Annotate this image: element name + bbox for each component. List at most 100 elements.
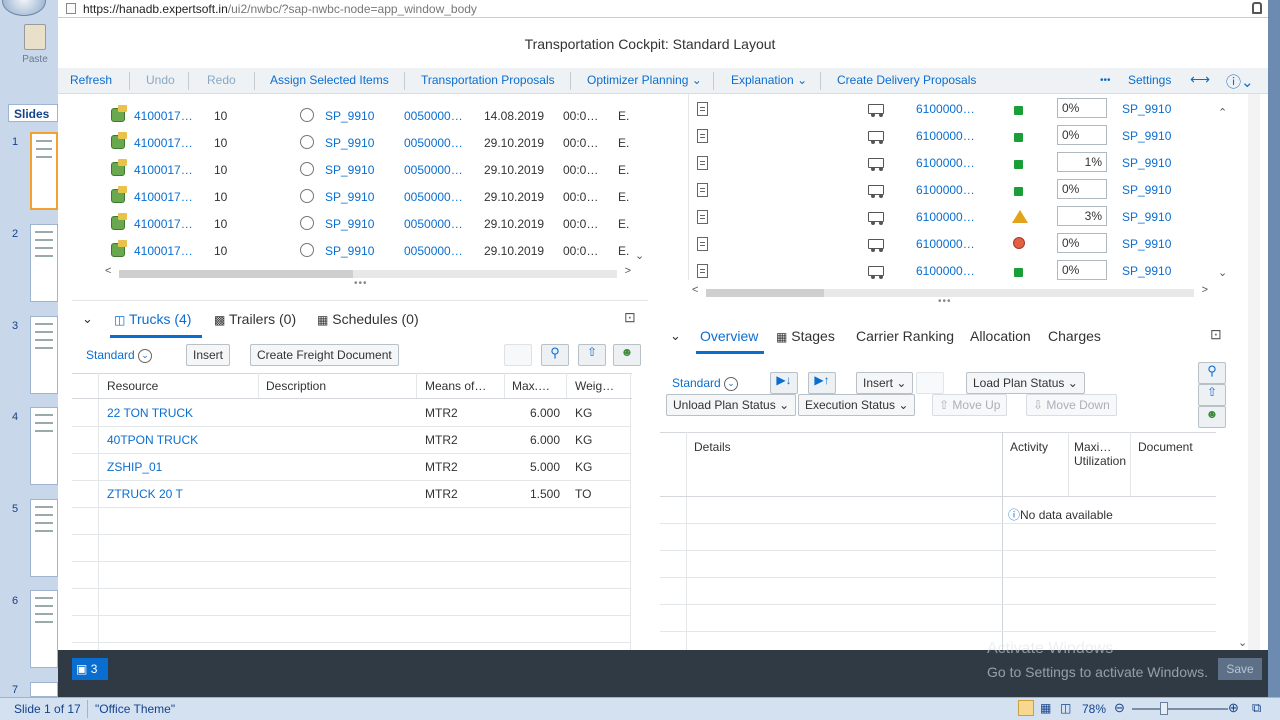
location-link[interactable]: SP_9910 <box>1122 129 1171 143</box>
table-row[interactable]: 6100000… 0% SP_9910 <box>660 231 1220 258</box>
slide-thumbnail-2[interactable] <box>30 224 58 302</box>
table-row[interactable]: 6100000… 0% SP_9910 <box>660 258 1220 280</box>
scroll-right-icon[interactable]: > <box>1202 284 1208 296</box>
tab-carrier-ranking[interactable]: Carrier Ranking <box>856 328 954 344</box>
splitter-handle[interactable]: ••• <box>938 296 952 307</box>
location-link[interactable]: SP_9910 <box>1122 183 1171 197</box>
move-up-arrow-icon[interactable]: ▶↑ <box>808 372 836 394</box>
scroll-down-icon[interactable]: ⌄ <box>635 249 644 262</box>
tab-allocation[interactable]: Allocation <box>970 328 1031 344</box>
reference-link[interactable]: 0050000… <box>404 217 463 231</box>
horizontal-scrollbar[interactable]: < > <box>690 284 1210 297</box>
user-settings-icon[interactable]: ☻ <box>613 344 641 366</box>
insert-menu[interactable]: Insert ⌄ <box>856 372 914 394</box>
location-link[interactable]: SP_9910 <box>325 217 374 231</box>
column-header[interactable]: Activity <box>1010 440 1048 454</box>
document-link[interactable]: 6100000… <box>916 102 975 116</box>
scroll-left-icon[interactable]: < <box>105 265 111 277</box>
resource-link[interactable]: 22 TON TRUCK <box>107 406 193 420</box>
messages-button[interactable]: ▣ 3 <box>72 658 108 680</box>
load-plan-status-menu[interactable]: Load Plan Status ⌄ <box>966 372 1085 394</box>
reference-link[interactable]: 0050000… <box>404 163 463 177</box>
location-link[interactable]: SP_9910 <box>1122 156 1171 170</box>
create-delivery-proposals-button[interactable]: Create Delivery Proposals <box>837 73 976 87</box>
collapse-chevron-icon[interactable]: ⌄ <box>82 311 93 327</box>
slide-thumbnail-5[interactable] <box>30 499 58 577</box>
utilization-field[interactable]: 0% <box>1057 179 1107 199</box>
radio-button[interactable] <box>300 243 314 260</box>
column-header[interactable]: Means of… <box>425 379 486 393</box>
scroll-up-icon[interactable]: ⌃ <box>1218 106 1227 119</box>
document-link[interactable]: 4100017… <box>134 163 193 177</box>
utilization-field[interactable]: 1% <box>1057 152 1107 172</box>
radio-button[interactable] <box>300 216 314 233</box>
fullscreen-icon[interactable]: ⊡ <box>624 309 636 326</box>
resource-link[interactable]: 40TPON TRUCK <box>107 433 198 447</box>
refresh-button[interactable]: Refresh <box>70 73 112 87</box>
table-row[interactable]: 4100017… 10 SP_9910 0050000… 29.10.2019 … <box>75 239 635 266</box>
zoom-level[interactable]: 78% <box>1082 702 1106 716</box>
scroll-right-icon[interactable]: > <box>625 265 631 277</box>
table-row[interactable]: ZSHIP_01 MTR2 5.000 KG <box>72 453 630 480</box>
column-header[interactable]: Document <box>1138 440 1193 454</box>
execution-status-menu[interactable]: Execution Status ⌄ <box>798 394 916 416</box>
move-down-button[interactable]: ⇩ Move Down <box>1026 394 1117 416</box>
table-row[interactable]: 4100017… 10 SP_9910 0050000… 29.10.2019 … <box>75 185 635 212</box>
variant-selector[interactable]: Standard ⌄ <box>86 348 153 363</box>
move-up-button[interactable]: ⇧ Move Up <box>932 394 1008 416</box>
table-row[interactable]: 6100000… 0% SP_9910 <box>660 177 1220 204</box>
column-header[interactable]: Resource <box>107 379 158 393</box>
tab-stages[interactable]: ▦ Stages <box>776 328 835 344</box>
optimizer-planning-menu[interactable]: Optimizer Planning ⌄ <box>587 73 702 87</box>
slide-thumbnail-1[interactable] <box>30 132 58 210</box>
location-link[interactable]: SP_9910 <box>325 109 374 123</box>
move-down-arrow-icon[interactable]: ▶↓ <box>770 372 798 394</box>
search-icon[interactable]: ⚲ <box>541 344 569 366</box>
slide-thumbnail-6[interactable] <box>30 590 58 668</box>
zoom-slider[interactable] <box>1132 708 1228 710</box>
slide-sorter-icon[interactable]: ▦ <box>1040 701 1051 715</box>
document-link[interactable]: 6100000… <box>916 183 975 197</box>
search-icon[interactable]: ⚲ <box>1198 362 1226 384</box>
document-link[interactable]: 6100000… <box>916 237 975 251</box>
settings-button[interactable]: Settings <box>1128 73 1171 87</box>
collapse-chevron-icon[interactable]: ⌄ <box>670 328 681 344</box>
url-text[interactable]: https://hanadb.expertsoft.in/ui2/nwbc/?s… <box>83 2 477 16</box>
horizontal-scrollbar[interactable]: < > <box>103 265 633 278</box>
document-link[interactable]: 6100000… <box>916 264 975 278</box>
create-freight-document-button[interactable]: Create Freight Document <box>250 344 399 366</box>
scroll-left-icon[interactable]: < <box>692 284 698 296</box>
scroll-down-icon[interactable]: ⌄ <box>1218 266 1227 279</box>
export-icon[interactable] <box>504 344 532 366</box>
slide-thumbnail-7[interactable] <box>30 682 58 697</box>
table-row[interactable]: 4100017… 10 SP_9910 0050000… 29.10.2019 … <box>75 212 635 239</box>
table-row[interactable]: 4100017… 10 SP_9910 0050000… 29.10.2019 … <box>75 158 635 185</box>
slides-tab[interactable]: Slides <box>8 104 58 122</box>
utilization-field[interactable]: 3% <box>1057 206 1107 226</box>
resource-link[interactable]: ZSHIP_01 <box>107 460 162 474</box>
document-link[interactable]: 4100017… <box>134 190 193 204</box>
unload-plan-status-menu[interactable]: Unload Plan Status ⌄ <box>666 394 797 416</box>
document-link[interactable]: 6100000… <box>916 156 975 170</box>
variant-selector[interactable]: Standard ⌄ <box>672 376 739 391</box>
paste-button[interactable]: Paste <box>18 24 52 74</box>
document-link[interactable]: 6100000… <box>916 129 975 143</box>
delete-icon[interactable] <box>916 372 944 394</box>
column-header[interactable]: Maxi… Utilization <box>1074 440 1130 468</box>
expand-layout-icon[interactable]: ⟷ <box>1190 71 1210 88</box>
fit-to-window-icon[interactable]: ⧉ <box>1252 700 1261 716</box>
location-link[interactable]: SP_9910 <box>1122 210 1171 224</box>
upload-icon[interactable]: ⇧ <box>578 344 606 366</box>
tab-schedules[interactable]: ▦ Schedules (0) <box>317 311 419 327</box>
fullscreen-icon[interactable]: ⊡ <box>1210 326 1222 343</box>
user-settings-icon[interactable]: ☻ <box>1198 406 1226 428</box>
location-link[interactable]: SP_9910 <box>325 244 374 258</box>
table-row[interactable]: 40TPON TRUCK MTR2 6.000 KG <box>72 426 630 453</box>
office-button[interactable] <box>2 0 46 16</box>
scroll-down-icon[interactable]: ⌄ <box>1238 636 1247 649</box>
slide-thumbnail-4[interactable] <box>30 407 58 485</box>
utilization-field[interactable]: 0% <box>1057 98 1107 118</box>
utilization-field[interactable]: 0% <box>1057 260 1107 280</box>
location-link[interactable]: SP_9910 <box>1122 264 1171 278</box>
help-icon[interactable]: ⓘ⌄ <box>1226 71 1254 92</box>
